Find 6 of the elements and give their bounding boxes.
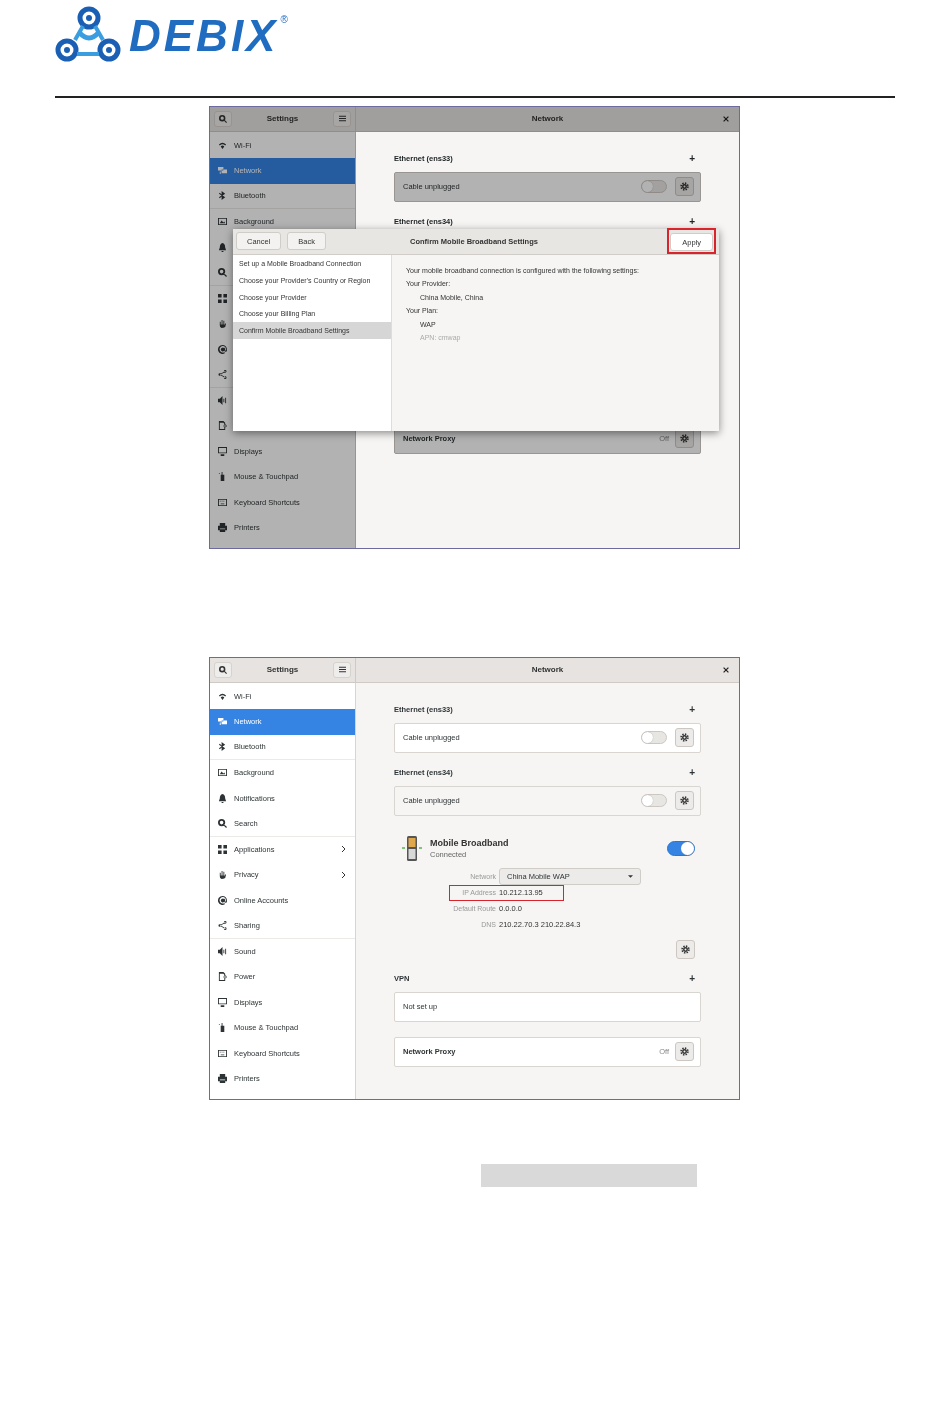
registered-mark: ® bbox=[280, 14, 288, 25]
window-title: Network bbox=[531, 665, 564, 674]
connection-name: Mobile Broadband bbox=[430, 837, 509, 848]
sidebar-title: Settings bbox=[266, 114, 299, 123]
window-title: Network bbox=[531, 114, 564, 123]
sidebar-title: Settings bbox=[266, 665, 299, 674]
